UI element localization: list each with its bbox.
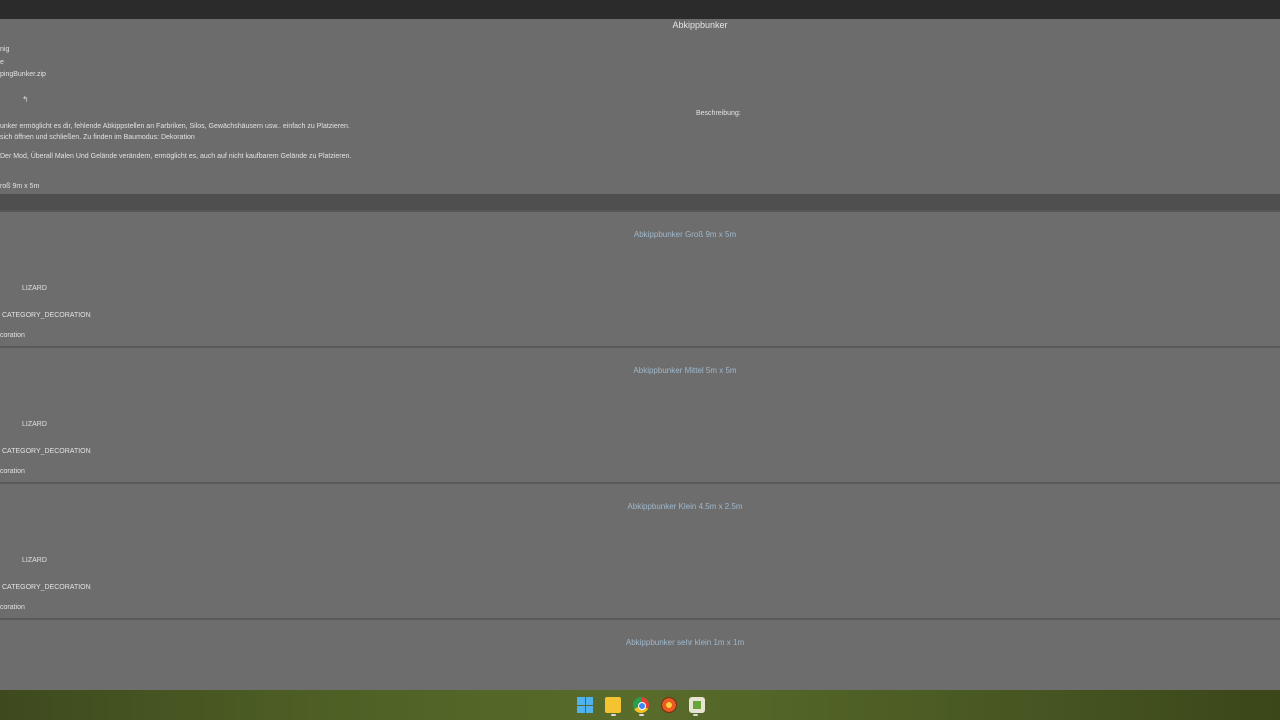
description-line: sich öffnen und schließen. Zu finden im … <box>0 134 195 141</box>
list-item[interactable]: Abkippbunker sehr klein 1m x 1m <box>0 620 1280 690</box>
item-title[interactable]: Abkippbunker sehr klein 1m x 1m <box>0 638 1280 647</box>
mod-info-line: nig <box>0 46 10 53</box>
description-line: unker ermöglicht es dir, fehlende Abkipp… <box>0 123 350 130</box>
windows-start-icon[interactable] <box>577 697 593 713</box>
mod-details-panel: Abkippbunker nig e pingBunker.zip ↰ Besc… <box>0 19 1280 194</box>
list-item[interactable]: Abkippbunker Klein 4.5m x 2.5m LIZARD CA… <box>0 484 1280 620</box>
description-line: roß 9m x 5m <box>0 183 40 190</box>
section-separator <box>0 194 1280 210</box>
item-subcategory: coration <box>0 332 25 339</box>
active-indicator <box>611 714 616 716</box>
mod-title: Abkippbunker <box>672 20 728 30</box>
browser-icon[interactable] <box>661 697 677 713</box>
item-category: CATEGORY_DECORATION <box>2 448 91 455</box>
back-arrow-icon[interactable]: ↰ <box>22 95 29 104</box>
description-label: Beschreibung: <box>696 110 741 117</box>
mod-file-name: pingBunker.zip <box>0 71 46 78</box>
chrome-icon[interactable] <box>633 697 649 713</box>
window-titlebar <box>0 0 1280 19</box>
active-indicator <box>693 714 698 716</box>
item-category: CATEGORY_DECORATION <box>2 584 91 591</box>
list-item[interactable]: Abkippbunker Mittel 5m x 5m LIZARD CATEG… <box>0 348 1280 484</box>
description-line: Der Mod, Überall Malen Und Gelände verän… <box>0 153 352 160</box>
active-indicator <box>639 714 644 716</box>
game-app-icon[interactable] <box>689 697 705 713</box>
item-author: LIZARD <box>22 421 47 428</box>
file-explorer-icon[interactable] <box>605 697 621 713</box>
item-author: LIZARD <box>22 285 47 292</box>
item-category: CATEGORY_DECORATION <box>2 312 91 319</box>
mod-info-line: e <box>0 59 4 66</box>
item-subcategory: coration <box>0 604 25 611</box>
item-subcategory: coration <box>0 468 25 475</box>
item-title[interactable]: Abkippbunker Mittel 5m x 5m <box>0 366 1280 375</box>
item-author: LIZARD <box>22 557 47 564</box>
item-title[interactable]: Abkippbunker Groß 9m x 5m <box>0 230 1280 239</box>
list-item[interactable]: Abkippbunker Groß 9m x 5m LIZARD CATEGOR… <box>0 212 1280 348</box>
item-title[interactable]: Abkippbunker Klein 4.5m x 2.5m <box>0 502 1280 511</box>
